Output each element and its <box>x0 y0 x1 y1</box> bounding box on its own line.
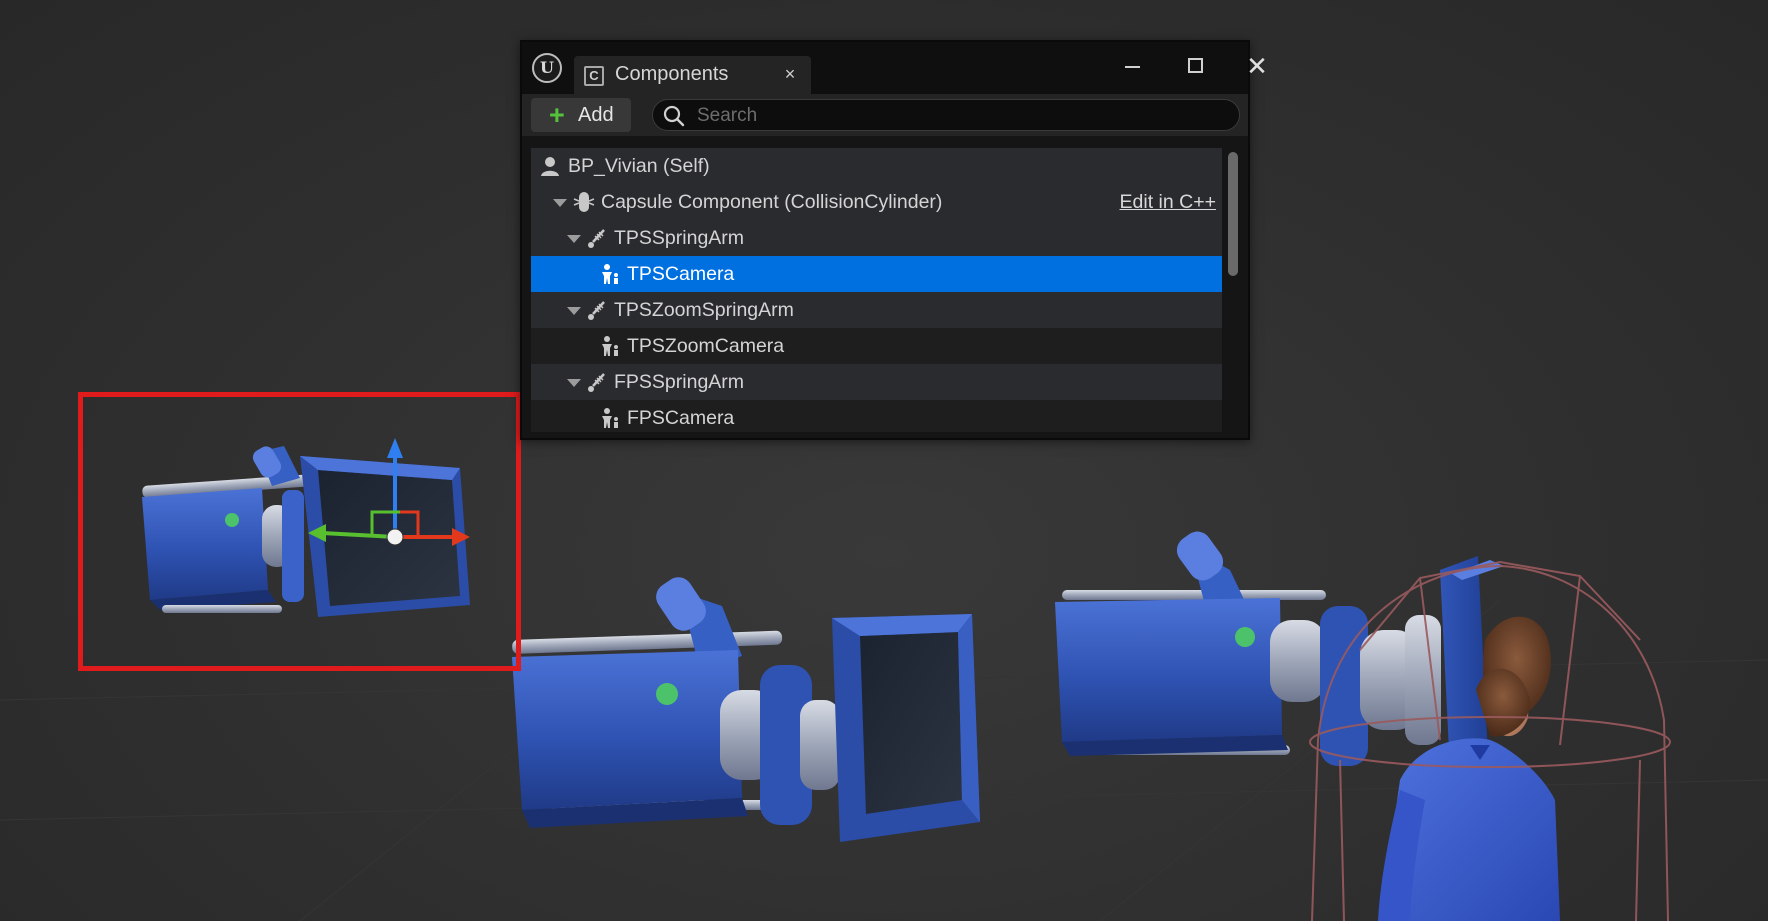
tab-components[interactable]: C Components × <box>574 56 811 94</box>
camera-model-right[interactable] <box>1055 526 1504 770</box>
tree-label: TPSCamera <box>627 263 735 285</box>
tree-row-tpsspringarm[interactable]: TPSSpringArm <box>531 220 1222 256</box>
expand-caret-icon[interactable] <box>567 235 581 243</box>
edit-in-cpp-link[interactable]: Edit in C++ <box>1120 191 1216 214</box>
tab-label: Components <box>615 63 729 85</box>
tree-row-self[interactable]: BP_Vivian (Self) <box>531 148 1222 184</box>
components-tab-icon: C <box>584 66 604 86</box>
tree-label: FPSSpringArm <box>614 371 745 393</box>
components-toolbar: + Add <box>522 94 1248 136</box>
add-label: Add <box>578 104 614 126</box>
minimize-button[interactable] <box>1112 46 1152 86</box>
spring-arm-icon <box>588 301 605 320</box>
camera-component-icon <box>602 336 618 356</box>
tree-label: Capsule Component (CollisionCylinder) <box>601 191 943 213</box>
search-icon <box>663 105 685 127</box>
camera-model-center[interactable] <box>512 572 980 842</box>
tree-row-capsule[interactable]: Capsule Component (CollisionCylinder) Ed… <box>531 184 1222 220</box>
camera-component-icon <box>602 264 618 284</box>
tree-label: FPSCamera <box>627 407 735 429</box>
search-input[interactable] <box>695 102 1219 130</box>
tree-row-tpszoomcamera[interactable]: TPSZoomCamera <box>531 328 1222 364</box>
expand-caret-icon[interactable] <box>553 199 567 207</box>
plus-icon: + <box>549 100 565 130</box>
tree-label: BP_Vivian (Self) <box>568 155 710 177</box>
tree-label: TPSSpringArm <box>614 227 745 249</box>
scroll-thumb[interactable] <box>1228 152 1238 276</box>
tree-row-tpscamera-selected[interactable]: TPSCamera <box>531 256 1222 292</box>
maximize-button[interactable] <box>1175 46 1215 86</box>
tree-label: TPSZoomSpringArm <box>614 299 794 321</box>
spring-arm-icon <box>588 373 605 392</box>
highlight-box <box>78 392 521 671</box>
capsule-icon <box>573 192 595 212</box>
components-panel: U C Components × ✕ + Add BP_Vi <box>520 40 1268 440</box>
tree-row-fpsspringarm[interactable]: FPSSpringArm <box>531 364 1222 400</box>
character-icon <box>541 157 559 176</box>
tree-scrollbar[interactable] <box>1228 148 1238 432</box>
camera-component-icon <box>602 408 618 428</box>
tree-row-fpscamera[interactable]: FPSCamera <box>531 400 1222 432</box>
unreal-logo-icon[interactable]: U <box>532 53 562 83</box>
tab-close-icon[interactable]: × <box>778 62 802 86</box>
tree-row-tpszoomspringarm[interactable]: TPSZoomSpringArm <box>531 292 1222 328</box>
component-tree: BP_Vivian (Self) Capsule Component (Coll… <box>531 148 1222 432</box>
add-component-button[interactable]: + Add <box>531 98 631 132</box>
minimize-icon <box>1125 66 1140 68</box>
close-icon: ✕ <box>1246 51 1268 81</box>
search-box[interactable] <box>652 99 1240 131</box>
spring-arm-icon <box>588 229 605 248</box>
tree-label: TPSZoomCamera <box>627 335 785 357</box>
expand-caret-icon[interactable] <box>567 379 581 387</box>
panel-titlebar[interactable]: U C Components × ✕ <box>522 42 1268 94</box>
maximize-icon <box>1188 58 1203 73</box>
close-window-button[interactable]: ✕ <box>1237 46 1277 86</box>
expand-caret-icon[interactable] <box>567 307 581 315</box>
